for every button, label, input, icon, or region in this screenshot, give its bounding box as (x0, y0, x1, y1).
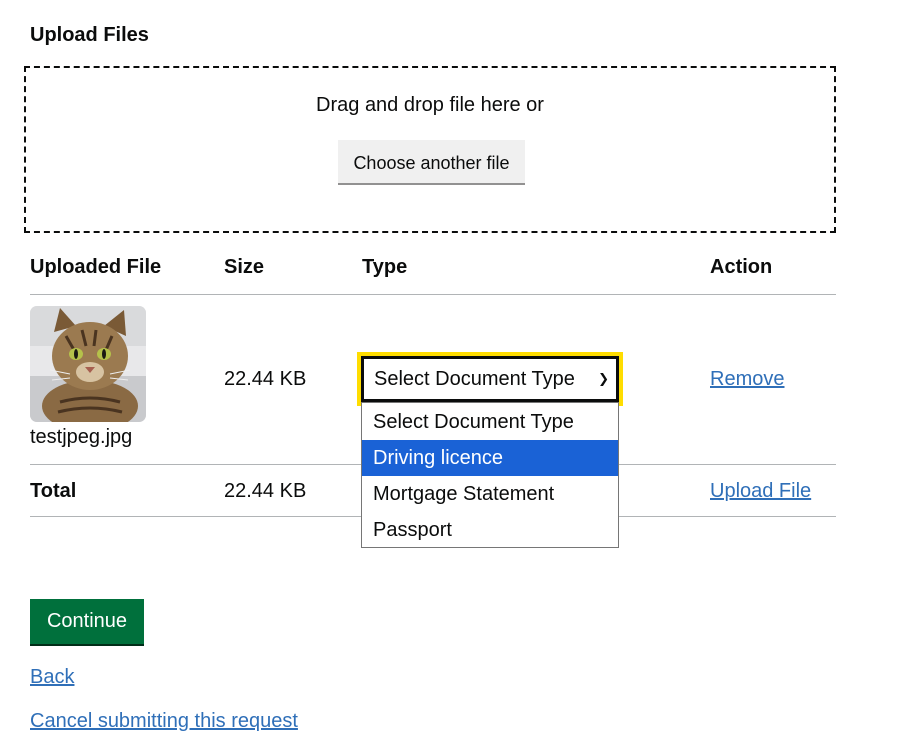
header-divider (30, 294, 836, 295)
option-passport[interactable]: Passport (362, 512, 618, 548)
option-mortgage-statement[interactable]: Mortgage Statement (362, 476, 618, 512)
option-driving-licence[interactable]: Driving licence (362, 440, 618, 476)
document-type-options: Select Document Type Driving licence Mor… (361, 402, 619, 548)
column-header-size: Size (224, 256, 265, 278)
file-thumbnail (30, 306, 146, 422)
continue-button[interactable]: Continue (30, 599, 144, 644)
file-dropzone[interactable]: Drag and drop file here or Choose anothe… (24, 66, 836, 233)
option-select-document-type[interactable]: Select Document Type (362, 404, 618, 440)
chevron-down-icon: ❯ (598, 371, 609, 386)
page-heading: Upload Files (30, 24, 149, 46)
file-name: testjpeg.jpg (30, 426, 133, 448)
document-type-select[interactable]: Select Document Type ❯ (361, 356, 619, 402)
column-header-type: Type (362, 256, 408, 278)
upload-file-link[interactable]: Upload File (710, 480, 811, 503)
file-size: 22.44 KB (224, 368, 307, 390)
back-link[interactable]: Back (30, 666, 74, 689)
total-size: 22.44 KB (224, 480, 307, 502)
total-label: Total (30, 480, 77, 502)
column-header-uploaded-file: Uploaded File (30, 256, 162, 278)
cat-photo-thumbnail (30, 306, 146, 422)
remove-file-link[interactable]: Remove (710, 368, 784, 391)
document-type-select-value: Select Document Type (374, 368, 575, 390)
column-header-action: Action (710, 256, 773, 278)
dropzone-instruction: Drag and drop file here or (316, 94, 544, 116)
cancel-request-link[interactable]: Cancel submitting this request (30, 710, 298, 733)
choose-file-button[interactable]: Choose another file (338, 140, 525, 185)
